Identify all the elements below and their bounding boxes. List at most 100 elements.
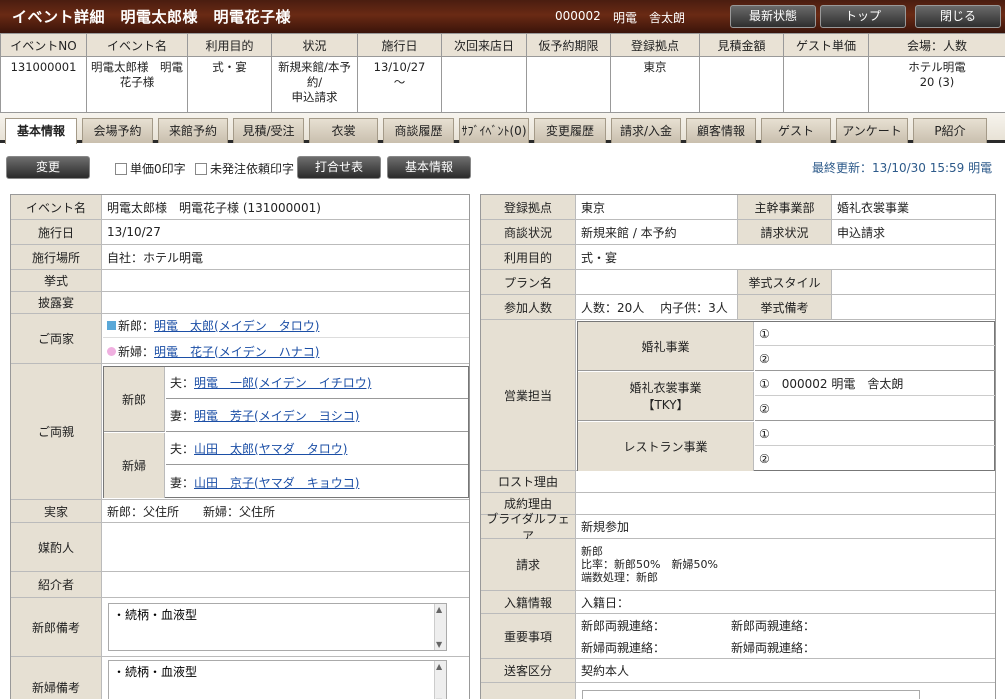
scrollbar[interactable]: ▲▼ bbox=[434, 604, 446, 650]
event-name-label: イベント名 bbox=[11, 195, 102, 219]
checkbox-box[interactable] bbox=[115, 162, 127, 175]
bride-notes-textarea[interactable] bbox=[108, 660, 447, 699]
groom-link[interactable]: 明電 太郎(メイデン タロウ) bbox=[154, 317, 319, 334]
scroll-up-icon[interactable]: ▲ bbox=[436, 605, 442, 614]
billing-status-label: 請求状況 bbox=[737, 220, 832, 244]
event-name-row: イベント名 明電太郎様 明電花子様 (131000001) bbox=[11, 195, 469, 220]
husband-prefix: 夫： bbox=[170, 442, 195, 456]
refresh-button[interactable]: 最新状態 bbox=[730, 5, 816, 28]
unordered-print-checkbox[interactable]: 未発注依頼印字 bbox=[195, 160, 294, 177]
checkbox-label: 単価0印字 bbox=[130, 162, 186, 176]
husband-prefix: 夫： bbox=[170, 376, 195, 390]
bride-link[interactable]: 明電 花子(メイデン ハナコ) bbox=[154, 343, 319, 360]
tab-1[interactable]: 会場予約 bbox=[82, 118, 153, 143]
transfer-value: 契約本人 bbox=[581, 664, 630, 678]
costume-staff-2: ② bbox=[755, 397, 995, 421]
wedding-staff-2: ② bbox=[755, 347, 995, 371]
tab-10[interactable]: ゲスト bbox=[761, 118, 831, 143]
tab-5[interactable]: 商談履歴 bbox=[383, 118, 454, 143]
parents-row: ご両親 新郎 新婦 夫： 明電 一郎(メイデン イチロウ) 妻： 明電 芳子(メイデ… bbox=[11, 364, 469, 500]
tab-2[interactable]: 来館予約 bbox=[158, 118, 228, 143]
dept-label: 主幹事業部 bbox=[737, 195, 832, 219]
summary-header: 利用目的 bbox=[187, 33, 272, 57]
unit-price-zero-checkbox[interactable]: 単価0印字 bbox=[115, 160, 186, 177]
tab-6[interactable]: ｻﾌﾞｲﾍﾞﾝﾄ(0) bbox=[459, 118, 529, 143]
billing-rounding: 端数処理：新郎 bbox=[581, 571, 658, 584]
bride-parents-contact: 新婦両親連絡： bbox=[581, 640, 666, 655]
summary-header: ゲスト単価 bbox=[783, 33, 869, 57]
basic-info-panel: イベント名 明電太郎様 明電花子様 (131000001) 施行日 13/10/… bbox=[10, 194, 470, 699]
plan-label: プラン名 bbox=[481, 270, 576, 294]
tab-0[interactable]: 基本情報 bbox=[5, 118, 77, 144]
summary-cell: 131000001 bbox=[0, 56, 87, 113]
tab-bar: 基本情報 会場予約 来館予約 見積/受注 衣裳 商談履歴 ｻﾌﾞｲﾍﾞﾝﾄ(0) 変更履歴 請求… bbox=[0, 113, 1005, 144]
billing-ratio: 比率：新郎50% 新婦50% bbox=[581, 558, 718, 571]
bride-notes-row: 新婦備考 ▲▼ bbox=[11, 657, 469, 699]
important-label: 重要事項 bbox=[481, 614, 576, 658]
groom-mother-link[interactable]: 明電 芳子(メイデン ヨシコ) bbox=[194, 407, 359, 424]
summary-cell: 式・宴 bbox=[187, 56, 272, 113]
tab-8[interactable]: 請求/入金 bbox=[611, 118, 681, 143]
bride-father-line: 夫： 山田 太郎(ヤマダ タロウ) bbox=[166, 433, 468, 465]
base-value: 東京 bbox=[581, 200, 606, 215]
ceremony-label: 挙式 bbox=[11, 270, 102, 291]
tab-11[interactable]: アンケート bbox=[836, 118, 908, 143]
base-label: 登録拠点 bbox=[481, 195, 576, 219]
user-name: 明電 舎太朗 bbox=[613, 11, 686, 25]
dept-value: 婚礼衣裳事業 bbox=[837, 200, 910, 215]
couple-label: ご両家 bbox=[11, 314, 102, 363]
scroll-down-icon[interactable]: ▼ bbox=[436, 640, 442, 649]
tab-7[interactable]: 変更履歴 bbox=[534, 118, 606, 143]
ceremony-row: 挙式 bbox=[11, 270, 469, 292]
top-button[interactable]: トップ bbox=[820, 5, 906, 28]
groom-notes-textarea[interactable] bbox=[108, 603, 447, 651]
checkbox-label: 未発注依頼印字 bbox=[210, 162, 295, 176]
meeting-sheet-button[interactable]: 打合せ表 bbox=[297, 156, 381, 179]
groom-square-icon bbox=[107, 321, 116, 330]
scrollbar[interactable]: ▲▼ bbox=[434, 661, 446, 699]
matchmaker-label: 媒酌人 bbox=[11, 523, 102, 571]
bride-father-link[interactable]: 山田 太郎(ヤマダ タロウ) bbox=[194, 440, 347, 457]
summary-header: イベントNO bbox=[0, 33, 87, 57]
billing-row: 請求 新郎 比率：新郎50% 新婦50% 端数処理：新郎 bbox=[481, 539, 995, 591]
tab-3[interactable]: 見積/受注 bbox=[233, 118, 304, 143]
important-row: 重要事項 新郎両親連絡： 新郎両親連絡： 新婦両親連絡： 新婦両親連絡： bbox=[481, 614, 995, 659]
notes-textarea[interactable] bbox=[582, 690, 920, 699]
groom-line: 新郎： 明電 太郎(メイデン タロウ) bbox=[103, 314, 469, 338]
lost-label: ロスト理由 bbox=[481, 471, 576, 492]
event-detail-window: イベント詳細 明電太郎様 明電花子様 000002 明電 舎太朗 最新状態 トッ… bbox=[0, 0, 1005, 699]
groom-notes-row: 新郎備考 ▲▼ bbox=[11, 598, 469, 657]
billing-label: 請求 bbox=[481, 539, 576, 590]
event-name-value: 明電太郎様 明電花子様 (131000001) bbox=[107, 200, 321, 215]
scroll-up-icon[interactable]: ▲ bbox=[436, 662, 442, 671]
parents-table: 新郎 新婦 夫： 明電 一郎(メイデン イチロウ) 妻： 明電 芳子(メイデン ヨシ… bbox=[103, 366, 469, 498]
close-button[interactable]: 閉じる bbox=[915, 5, 1001, 28]
groom-father-link[interactable]: 明電 一郎(メイデン イチロウ) bbox=[194, 374, 371, 391]
summary-cell bbox=[783, 56, 869, 113]
checkbox-box[interactable] bbox=[195, 162, 207, 175]
restaurant-staff-1: ① bbox=[755, 422, 995, 446]
bride-mother-link[interactable]: 山田 京子(ヤマダ キョウコ) bbox=[194, 474, 359, 491]
wedding-staff-1: ① bbox=[755, 322, 995, 346]
introducer-row: 紹介者 bbox=[11, 572, 469, 598]
place-value: 自社：ホテル明電 bbox=[107, 250, 204, 265]
tab-12[interactable]: P紹介 bbox=[913, 118, 987, 143]
sales-label: 営業担当 bbox=[481, 320, 576, 470]
family-home-row: 実家 新郎：父住所 新婦：父住所 bbox=[11, 500, 469, 523]
family-home-label: 実家 bbox=[11, 500, 102, 522]
tab-4[interactable]: 衣裳 bbox=[309, 118, 378, 143]
fair-row: ブライダルフェア 新規参加 bbox=[481, 512, 995, 543]
groom-father-line: 夫： 明電 一郎(メイデン イチロウ) bbox=[166, 367, 468, 399]
lost-row: ロスト理由 bbox=[481, 471, 995, 493]
purpose-row: 利用目的 式・宴 bbox=[481, 245, 995, 270]
summary-cell bbox=[441, 56, 527, 113]
date-value: 13/10/27 bbox=[107, 225, 161, 239]
summary-header: 見積金額 bbox=[699, 33, 784, 57]
basic-info-button[interactable]: 基本情報 bbox=[387, 156, 471, 179]
summary-cell: 13/10/27 ～ bbox=[357, 56, 442, 113]
tab-9[interactable]: 顧客情報 bbox=[686, 118, 756, 143]
reception-row: 披露宴 bbox=[11, 292, 469, 314]
sales-row: 営業担当 婚礼事業 婚礼衣裳事業 【TKY】 レストラン事業 ① ② ① 000… bbox=[481, 320, 995, 471]
bride-side-label: 新婦 bbox=[104, 433, 165, 498]
change-button[interactable]: 変更 bbox=[6, 156, 90, 179]
